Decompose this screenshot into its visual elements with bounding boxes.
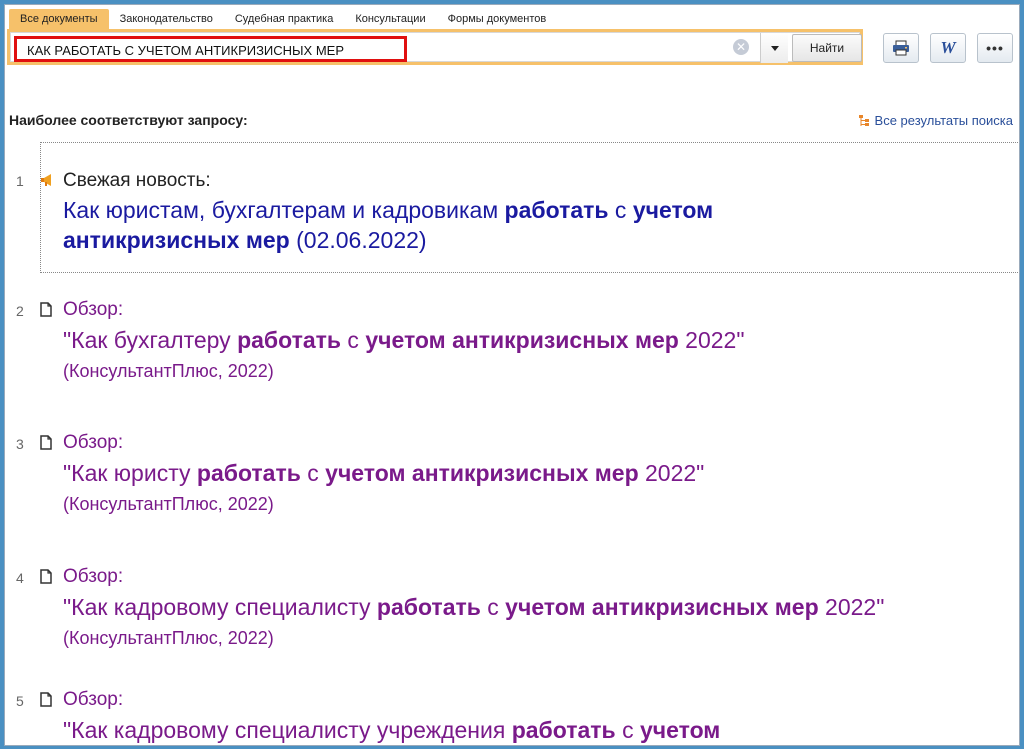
- title-part: с: [341, 327, 366, 353]
- result-title[interactable]: "Как кадровому специалисту работать с уч…: [63, 592, 884, 622]
- tab-court-practice[interactable]: Судебная практика: [224, 9, 344, 29]
- result-number: 5: [16, 693, 24, 709]
- result-label: Обзор:: [63, 566, 124, 587]
- result-label: Обзор:: [63, 299, 124, 320]
- result-label: Обзор:: [63, 689, 124, 710]
- title-highlight: учетом антикризисных мер: [365, 327, 679, 353]
- search-input[interactable]: [14, 36, 407, 62]
- export-to-word-button[interactable]: W: [930, 33, 966, 63]
- tree-icon: [858, 114, 869, 126]
- title-part: 2022": [818, 594, 885, 620]
- title-highlight: учетом антикризисных мер: [325, 460, 639, 486]
- title-part: 2022": [678, 327, 745, 353]
- result-number: 3: [16, 436, 24, 452]
- document-icon: [40, 569, 52, 584]
- document-icon: [40, 692, 52, 707]
- more-icon: •••: [986, 40, 1004, 56]
- result-title[interactable]: Как юристам, бухгалтерам и кадровикам ра…: [63, 195, 713, 225]
- result-title-line2[interactable]: антикризисных мер (02.06.2022): [63, 225, 427, 255]
- title-highlight: работать: [504, 197, 609, 223]
- search-history-dropdown-button[interactable]: [760, 33, 788, 63]
- app-window: Все документы Законодательство Судебная …: [4, 4, 1020, 746]
- title-part: "Как юристу: [63, 460, 197, 486]
- result-label: Свежая новость:: [63, 170, 211, 191]
- title-part: с: [608, 197, 633, 223]
- result-title[interactable]: "Как юристу работать с учетом антикризис…: [63, 458, 704, 488]
- document-tabs: Все документы Законодательство Судебная …: [9, 9, 557, 29]
- result-number: 4: [16, 570, 24, 586]
- section-title: Наиболее соответствуют запросу:: [9, 112, 248, 128]
- result-date: (02.06.2022): [289, 227, 427, 253]
- search-button[interactable]: Найти: [792, 34, 862, 62]
- tab-document-forms[interactable]: Формы документов: [437, 9, 558, 29]
- result-title[interactable]: "Как кадровому специалисту учреждения ра…: [63, 715, 720, 745]
- title-part: с: [615, 717, 640, 743]
- clear-search-icon[interactable]: ✕: [733, 39, 749, 55]
- result-source: (КонсультантПлюс, 2022): [63, 361, 274, 381]
- title-highlight: работать: [511, 717, 616, 743]
- tab-legislation[interactable]: Законодательство: [109, 9, 224, 29]
- all-results-link[interactable]: Все результаты поиска: [858, 113, 1013, 128]
- tab-consultations[interactable]: Консультации: [344, 9, 436, 29]
- result-number: 1: [16, 173, 24, 189]
- result-source: (КонсультантПлюс, 2022): [63, 494, 274, 514]
- title-part: "Как бухгалтеру: [63, 327, 238, 353]
- title-part: с: [300, 460, 326, 486]
- title-highlight: антикризисных мер: [63, 227, 290, 253]
- search-field-container: ✕ Найти: [10, 32, 862, 63]
- result-title[interactable]: "Как бухгалтеру работать с учетом антикр…: [63, 325, 745, 355]
- search-bar: ✕ Найти: [7, 29, 863, 65]
- word-icon: W: [940, 38, 956, 57]
- more-options-button[interactable]: •••: [977, 33, 1013, 63]
- title-part: с: [480, 594, 506, 620]
- title-highlight: работать: [376, 594, 481, 620]
- title-highlight: работать: [196, 460, 301, 486]
- result-number: 2: [16, 303, 24, 319]
- result-label: Обзор:: [63, 432, 124, 453]
- document-icon: [40, 302, 52, 317]
- title-highlight: учетом: [639, 717, 721, 743]
- title-highlight: работать: [237, 327, 342, 353]
- all-results-label: Все результаты поиска: [874, 113, 1013, 128]
- printer-icon: [893, 40, 909, 56]
- title-part: Как юристам, бухгалтерам и кадровикам: [63, 197, 505, 223]
- title-part: 2022": [638, 460, 705, 486]
- title-part: "Как кадровому специалисту учреждения: [63, 717, 512, 743]
- title-highlight: учетом антикризисных мер: [505, 594, 819, 620]
- tab-all-documents[interactable]: Все документы: [9, 9, 109, 29]
- title-highlight: учетом: [632, 197, 714, 223]
- megaphone-icon: [41, 174, 51, 186]
- print-button[interactable]: [883, 33, 919, 63]
- result-source: (КонсультантПлюс, 2022): [63, 628, 274, 648]
- title-part: "Как кадровому специалисту: [63, 594, 377, 620]
- document-icon: [40, 435, 52, 450]
